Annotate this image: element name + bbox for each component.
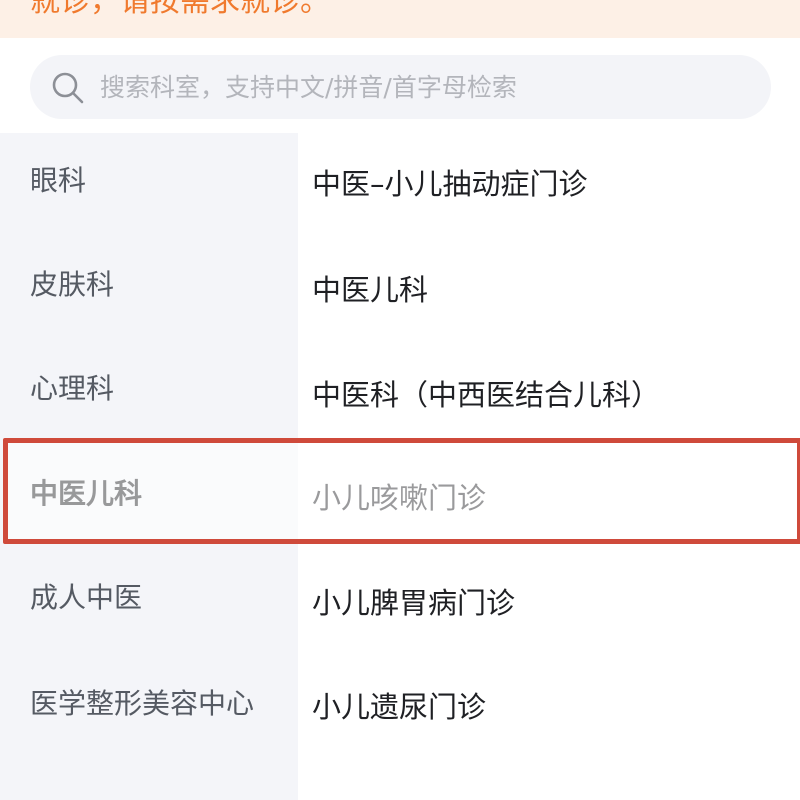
sidebar-item-adult-tcm[interactable]: 成人中医: [0, 575, 298, 621]
sidebar-item-dermatology[interactable]: 皮肤科: [0, 262, 298, 308]
department-item[interactable]: 中医儿科: [298, 270, 800, 310]
sidebar-item-ophthalmology[interactable]: 眼科: [0, 158, 298, 204]
search-input[interactable]: [100, 55, 740, 119]
department-item[interactable]: 小儿咳嗽门诊: [298, 478, 800, 518]
department-category-sidebar: 眼科 皮肤科 心理科 中医儿科 成人中医 医学整形美容中心: [0, 133, 298, 800]
department-item[interactable]: 小儿脾胃病门诊: [298, 583, 800, 623]
department-item[interactable]: 中医科（中西医结合儿科）: [298, 375, 800, 415]
sidebar-item-plastic-surgery-center[interactable]: 医学整形美容中心: [0, 681, 298, 727]
department-item[interactable]: 小儿遗尿门诊: [298, 687, 800, 727]
department-list: 中医–小儿抽动症门诊 中医儿科 中医科（中西医结合儿科） 小儿咳嗽门诊 小儿脾胃…: [298, 133, 800, 800]
notice-text: 就诊，请按需求就诊。: [30, 0, 330, 19]
search-bar[interactable]: [30, 55, 771, 119]
department-item[interactable]: 中医–小儿抽动症门诊: [298, 164, 800, 204]
sidebar-item-psychology[interactable]: 心理科: [0, 366, 298, 412]
notice-banner: 就诊，请按需求就诊。: [0, 0, 800, 38]
sidebar-item-tcm-pediatrics[interactable]: 中医儿科: [0, 471, 298, 517]
